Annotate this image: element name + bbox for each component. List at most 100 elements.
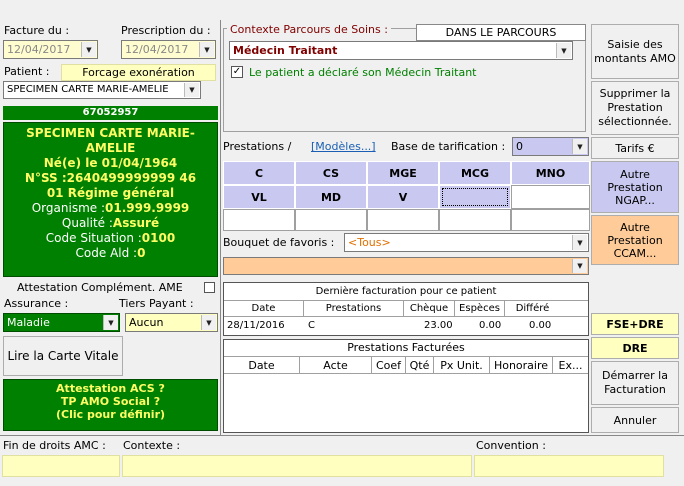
chevron-down-icon[interactable]: ▼ bbox=[572, 139, 587, 154]
patient-birth: Né(e) le 01/04/1964 bbox=[43, 156, 178, 170]
row-differe: 0.00 bbox=[529, 320, 552, 331]
prestation-slot-empty[interactable] bbox=[439, 209, 511, 231]
prestation-vl-button[interactable]: VL bbox=[223, 185, 295, 209]
patient-select[interactable]: SPECIMEN CARTE MARIE-AMELIE ▼ bbox=[3, 81, 201, 99]
attestation-acs-button[interactable]: Attestation ACS ? TP AMO Social ? (Clic … bbox=[3, 379, 218, 431]
dre-button[interactable]: DRE bbox=[591, 337, 679, 359]
qualite-label: Qualité : bbox=[61, 216, 113, 230]
row-especes: 0.00 bbox=[479, 320, 502, 331]
prestation-slot-empty[interactable] bbox=[439, 185, 511, 209]
contexte-label: Contexte : bbox=[123, 439, 181, 452]
bouquet-favoris-label: Bouquet de favoris : bbox=[223, 236, 335, 249]
patient-qualite: Qualité :Assuré bbox=[4, 216, 217, 231]
derniere-facturation-header: Date Prestations Chèque Espèces Différé bbox=[224, 301, 588, 317]
convention-label: Convention : bbox=[476, 439, 546, 452]
chevron-down-icon[interactable]: ▼ bbox=[199, 42, 214, 57]
column-header[interactable]: Qté bbox=[406, 357, 434, 373]
attestation-ame-label: Attestation Complément. AME bbox=[17, 281, 183, 294]
derniere-facturation-title: Dernière facturation pour ce patient bbox=[224, 283, 588, 301]
tiers-payant-label: Tiers Payant : bbox=[119, 297, 194, 310]
vitale-card-panel: SPECIMEN CARTE MARIE- AMELIE Né(e) le 01… bbox=[3, 122, 218, 277]
facture-date-field[interactable]: 12/04/2017 ▼ bbox=[3, 40, 98, 59]
prestations-facturees-table: Prestations Facturées Date Acte Coef Qté… bbox=[223, 339, 589, 433]
demarrer-facturation-button[interactable]: Démarrer la Facturation bbox=[591, 361, 679, 405]
patient-label: Patient : bbox=[4, 65, 50, 78]
patient-nss: N°SS :2640499999999 46 bbox=[24, 171, 197, 185]
chevron-down-icon[interactable]: ▼ bbox=[556, 43, 571, 58]
lire-carte-vitale-button[interactable]: Lire la Carte Vitale bbox=[3, 336, 123, 376]
bouquet-favoris-value: <Tous> bbox=[348, 236, 391, 249]
column-header[interactable]: Date bbox=[224, 357, 300, 373]
chevron-down-icon[interactable]: ▼ bbox=[184, 83, 199, 97]
fin-droits-amc-label: Fin de droits AMC : bbox=[3, 439, 106, 452]
acs-line1: Attestation ACS ? bbox=[56, 382, 165, 395]
prestation-slot-empty[interactable] bbox=[223, 209, 295, 231]
prestation-md-button[interactable]: MD bbox=[295, 185, 367, 209]
patient-code-situation: Code Situation :0100 bbox=[4, 231, 217, 246]
prestation-slot-empty[interactable] bbox=[295, 209, 367, 231]
prestation-c-button[interactable]: C bbox=[223, 161, 295, 185]
chevron-down-icon[interactable]: ▼ bbox=[201, 315, 216, 330]
prestation-mno-button[interactable]: MNO bbox=[511, 161, 590, 185]
tarifs-button[interactable]: Tarifs € bbox=[591, 137, 679, 159]
modeles-link[interactable]: [Modèles...] bbox=[311, 140, 376, 153]
autre-prestation-ngap-button[interactable]: Autre Prestation NGAP... bbox=[591, 161, 679, 213]
prestation-mge-button[interactable]: MGE bbox=[367, 161, 439, 185]
chevron-down-icon[interactable]: ▼ bbox=[81, 42, 96, 57]
bottom-divider bbox=[0, 435, 684, 436]
tiers-payant-select[interactable]: Aucun ▼ bbox=[125, 313, 218, 332]
base-tarification-select[interactable]: 0 ▼ bbox=[512, 137, 589, 156]
annuler-button[interactable]: Annuler bbox=[591, 407, 679, 433]
prestation-v-button[interactable]: V bbox=[367, 185, 439, 209]
saisie-montants-amo-button[interactable]: Saisie des montants AMO bbox=[591, 24, 679, 79]
fin-droits-amc-field[interactable] bbox=[2, 455, 120, 477]
convention-field[interactable] bbox=[474, 455, 664, 477]
column-header[interactable]: Chèque bbox=[404, 301, 455, 316]
prestation-slot-empty[interactable] bbox=[367, 209, 439, 231]
qualite-value: Assuré bbox=[112, 216, 160, 230]
chevron-down-icon[interactable]: ▼ bbox=[103, 315, 118, 330]
patient-number: 67052957 bbox=[3, 106, 218, 120]
row-cheque: 23.00 bbox=[424, 320, 453, 331]
prestation-cs-button[interactable]: CS bbox=[295, 161, 367, 185]
patient-regime: 01 Régime général bbox=[46, 186, 175, 200]
facture-date-value: 12/04/2017 bbox=[7, 43, 71, 56]
patient-name-line1: SPECIMEN CARTE MARIE- bbox=[26, 126, 195, 140]
prestation-slot-empty[interactable] bbox=[511, 185, 590, 209]
supprimer-prestation-button[interactable]: Supprimer la Prestation sélectionnée. bbox=[591, 81, 679, 135]
prescription-date-field[interactable]: 12/04/2017 ▼ bbox=[121, 40, 216, 59]
attestation-ame-checkbox[interactable] bbox=[204, 282, 215, 293]
forcage-exoneration-button[interactable]: Forcage exonération bbox=[61, 64, 216, 81]
assurance-label: Assurance : bbox=[4, 297, 69, 310]
column-header[interactable]: Honoraire bbox=[490, 357, 553, 373]
column-header[interactable]: Date bbox=[224, 301, 304, 316]
contexte-field[interactable] bbox=[122, 455, 472, 477]
code-situation-value: 0100 bbox=[141, 231, 176, 245]
row-prestations: C bbox=[308, 320, 315, 331]
patient-name-line2: AMELIE bbox=[85, 141, 136, 155]
assurance-select[interactable]: Maladie ▼ bbox=[3, 313, 120, 332]
column-header[interactable]: Différé bbox=[505, 301, 560, 316]
prestations-facturees-header: Date Acte Coef Qté Px Unit. Honoraire Ex… bbox=[224, 357, 588, 374]
favoris-select[interactable]: ▼ bbox=[223, 257, 589, 275]
prescription-label: Prescription du : bbox=[121, 24, 211, 37]
chevron-down-icon[interactable]: ▼ bbox=[572, 259, 587, 273]
prestations-label: Prestations / bbox=[223, 140, 292, 153]
column-header[interactable]: Acte bbox=[300, 357, 372, 373]
column-header[interactable]: Espèces bbox=[455, 301, 505, 316]
bouquet-favoris-select[interactable]: <Tous> ▼ bbox=[344, 233, 589, 252]
column-header[interactable]: Prestations bbox=[304, 301, 404, 316]
table-row[interactable]: 28/11/2016 C 23.00 0.00 0.00 bbox=[224, 318, 588, 334]
chevron-down-icon[interactable]: ▼ bbox=[572, 235, 587, 250]
autre-prestation-ccam-button[interactable]: Autre Prestation CCAM... bbox=[591, 215, 679, 265]
fse-dre-button[interactable]: FSE+DRE bbox=[591, 313, 679, 335]
column-header[interactable]: Px Unit. bbox=[434, 357, 490, 373]
declared-checkbox[interactable]: ✓ bbox=[231, 66, 243, 78]
column-header[interactable]: Coef bbox=[372, 357, 406, 373]
medecin-select[interactable]: Médecin Traitant ▼ bbox=[229, 41, 573, 60]
prestation-slot-empty[interactable] bbox=[511, 209, 590, 231]
organisme-label: Organisme : bbox=[31, 201, 105, 215]
prescription-date-value: 12/04/2017 bbox=[125, 43, 189, 56]
column-header[interactable]: Ex... bbox=[553, 357, 588, 373]
prestation-mcg-button[interactable]: MCG bbox=[439, 161, 511, 185]
